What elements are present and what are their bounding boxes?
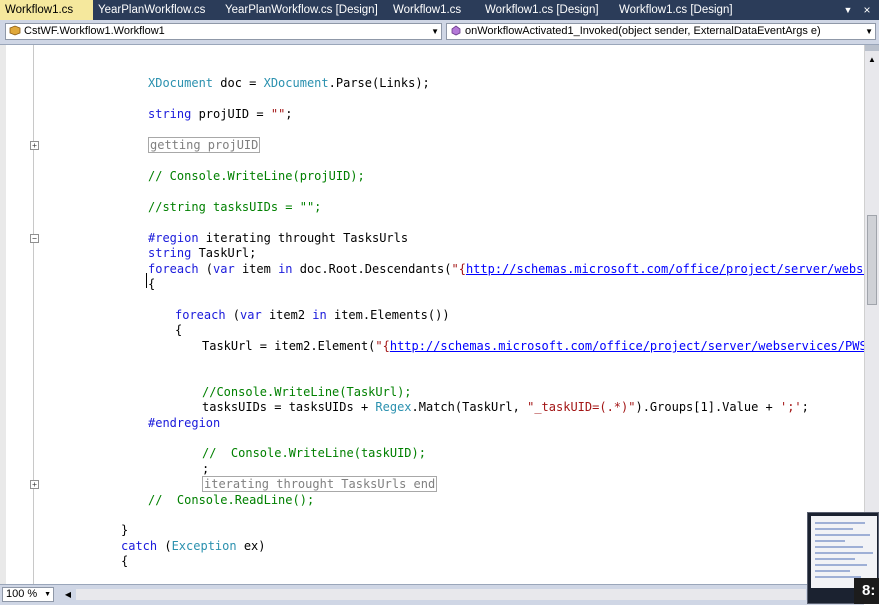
code-editor[interactable]: + − + XDocument doc = XDocument.Parse(Li…: [0, 45, 879, 584]
code-line: #endregion: [148, 416, 221, 430]
code-line: ;: [202, 462, 210, 476]
chevron-down-icon: ▼: [44, 591, 51, 598]
text-caret: [146, 273, 147, 288]
navigation-bar: CstWF.Workflow1.Workflow1 ▼ onWorkflowAc…: [0, 20, 879, 45]
chevron-down-icon: ▼: [431, 27, 439, 36]
code-line: #region iterating throught TasksUrls: [148, 231, 409, 245]
code-line: // Console.WriteLine(projUID);: [148, 169, 365, 183]
code-line: tasksUIDs = tasksUIDs + Regex.Match(Task…: [202, 400, 809, 414]
document-tab-strip: Workflow1.cs YearPlanWorkflow.cs YearPla…: [0, 0, 879, 20]
vertical-scrollbar[interactable]: ▲: [864, 45, 879, 592]
code-line: string TaskUrl;: [148, 246, 257, 260]
code-line: //string tasksUIDs = "";: [148, 200, 322, 214]
class-icon: [9, 25, 21, 36]
splitter-handle[interactable]: [865, 45, 879, 51]
member-selector-label: onWorkflowActivated1_Invoked(object send…: [465, 25, 821, 37]
class-selector-label: CstWF.Workflow1.Workflow1: [24, 25, 165, 37]
code-line: //Console.WriteLine(TaskUrl);: [202, 385, 412, 399]
indicator-margin: [0, 45, 6, 584]
tab-yearplanworkflow-cs[interactable]: YearPlanWorkflow.cs: [93, 0, 218, 20]
tab-list-dropdown-icon[interactable]: ▼: [841, 0, 855, 20]
code-line: foreach (var item2 in item.Elements()): [175, 308, 450, 322]
code-line: {: [148, 277, 156, 291]
expand-region-icon[interactable]: +: [30, 480, 39, 489]
collapsed-region[interactable]: iterating throught TasksUrls end: [202, 476, 438, 492]
member-selector-dropdown[interactable]: onWorkflowActivated1_Invoked(object send…: [446, 23, 876, 40]
scrollbar-thumb[interactable]: [867, 215, 877, 305]
code-line: string projUID = "";: [148, 107, 293, 121]
zoom-dropdown[interactable]: 100 % ▼: [2, 587, 54, 602]
schema-url-link[interactable]: http://schemas.microsoft.com/office/proj…: [466, 262, 879, 276]
collapse-region-icon[interactable]: −: [30, 234, 39, 243]
tab-workflow1-cs[interactable]: Workflow1.cs: [0, 0, 93, 20]
code-line: foreach (var item in doc.Root.Descendant…: [148, 261, 879, 277]
code-line: {: [121, 554, 129, 568]
code-line: XDocument doc = XDocument.Parse(Links);: [148, 76, 430, 90]
scroll-up-arrow-icon[interactable]: ▲: [866, 54, 878, 66]
code-line: // Console.WriteLine(taskUID);: [202, 446, 426, 460]
tab-workflow1-design-2[interactable]: Workflow1.cs [Design]: [614, 0, 746, 20]
code-line: catch (Exception ex): [121, 539, 266, 553]
method-icon: [450, 25, 462, 36]
schema-url-link[interactable]: http://schemas.microsoft.com/office/proj…: [390, 339, 879, 353]
tab-workflow1-cs-2[interactable]: Workflow1.cs: [388, 0, 478, 20]
code-line: TaskUrl = item2.Element("{http://schemas…: [202, 338, 879, 354]
tab-yearplanworkflow-design[interactable]: YearPlanWorkflow.cs [Design]: [220, 0, 386, 20]
class-selector-dropdown[interactable]: CstWF.Workflow1.Workflow1 ▼: [5, 23, 442, 40]
code-line: // Console.ReadLine();: [148, 493, 315, 507]
collapsed-region[interactable]: getting projUID: [148, 137, 261, 153]
code-line: }: [121, 523, 129, 537]
editor-bottom-bar: 100 % ▼ ◀: [0, 584, 864, 605]
tab-workflow1-design[interactable]: Workflow1.cs [Design]: [480, 0, 612, 20]
expand-region-icon[interactable]: +: [30, 141, 39, 150]
code-line: {: [175, 323, 183, 337]
close-document-icon[interactable]: ×: [859, 0, 875, 20]
scroll-left-arrow-icon[interactable]: ◀: [62, 588, 74, 601]
horizontal-scrollbar[interactable]: [76, 589, 806, 600]
outlining-guide: [33, 45, 34, 584]
video-timestamp: 8:: [854, 578, 879, 604]
chevron-down-icon: ▼: [865, 27, 873, 36]
zoom-level: 100 %: [6, 588, 38, 600]
